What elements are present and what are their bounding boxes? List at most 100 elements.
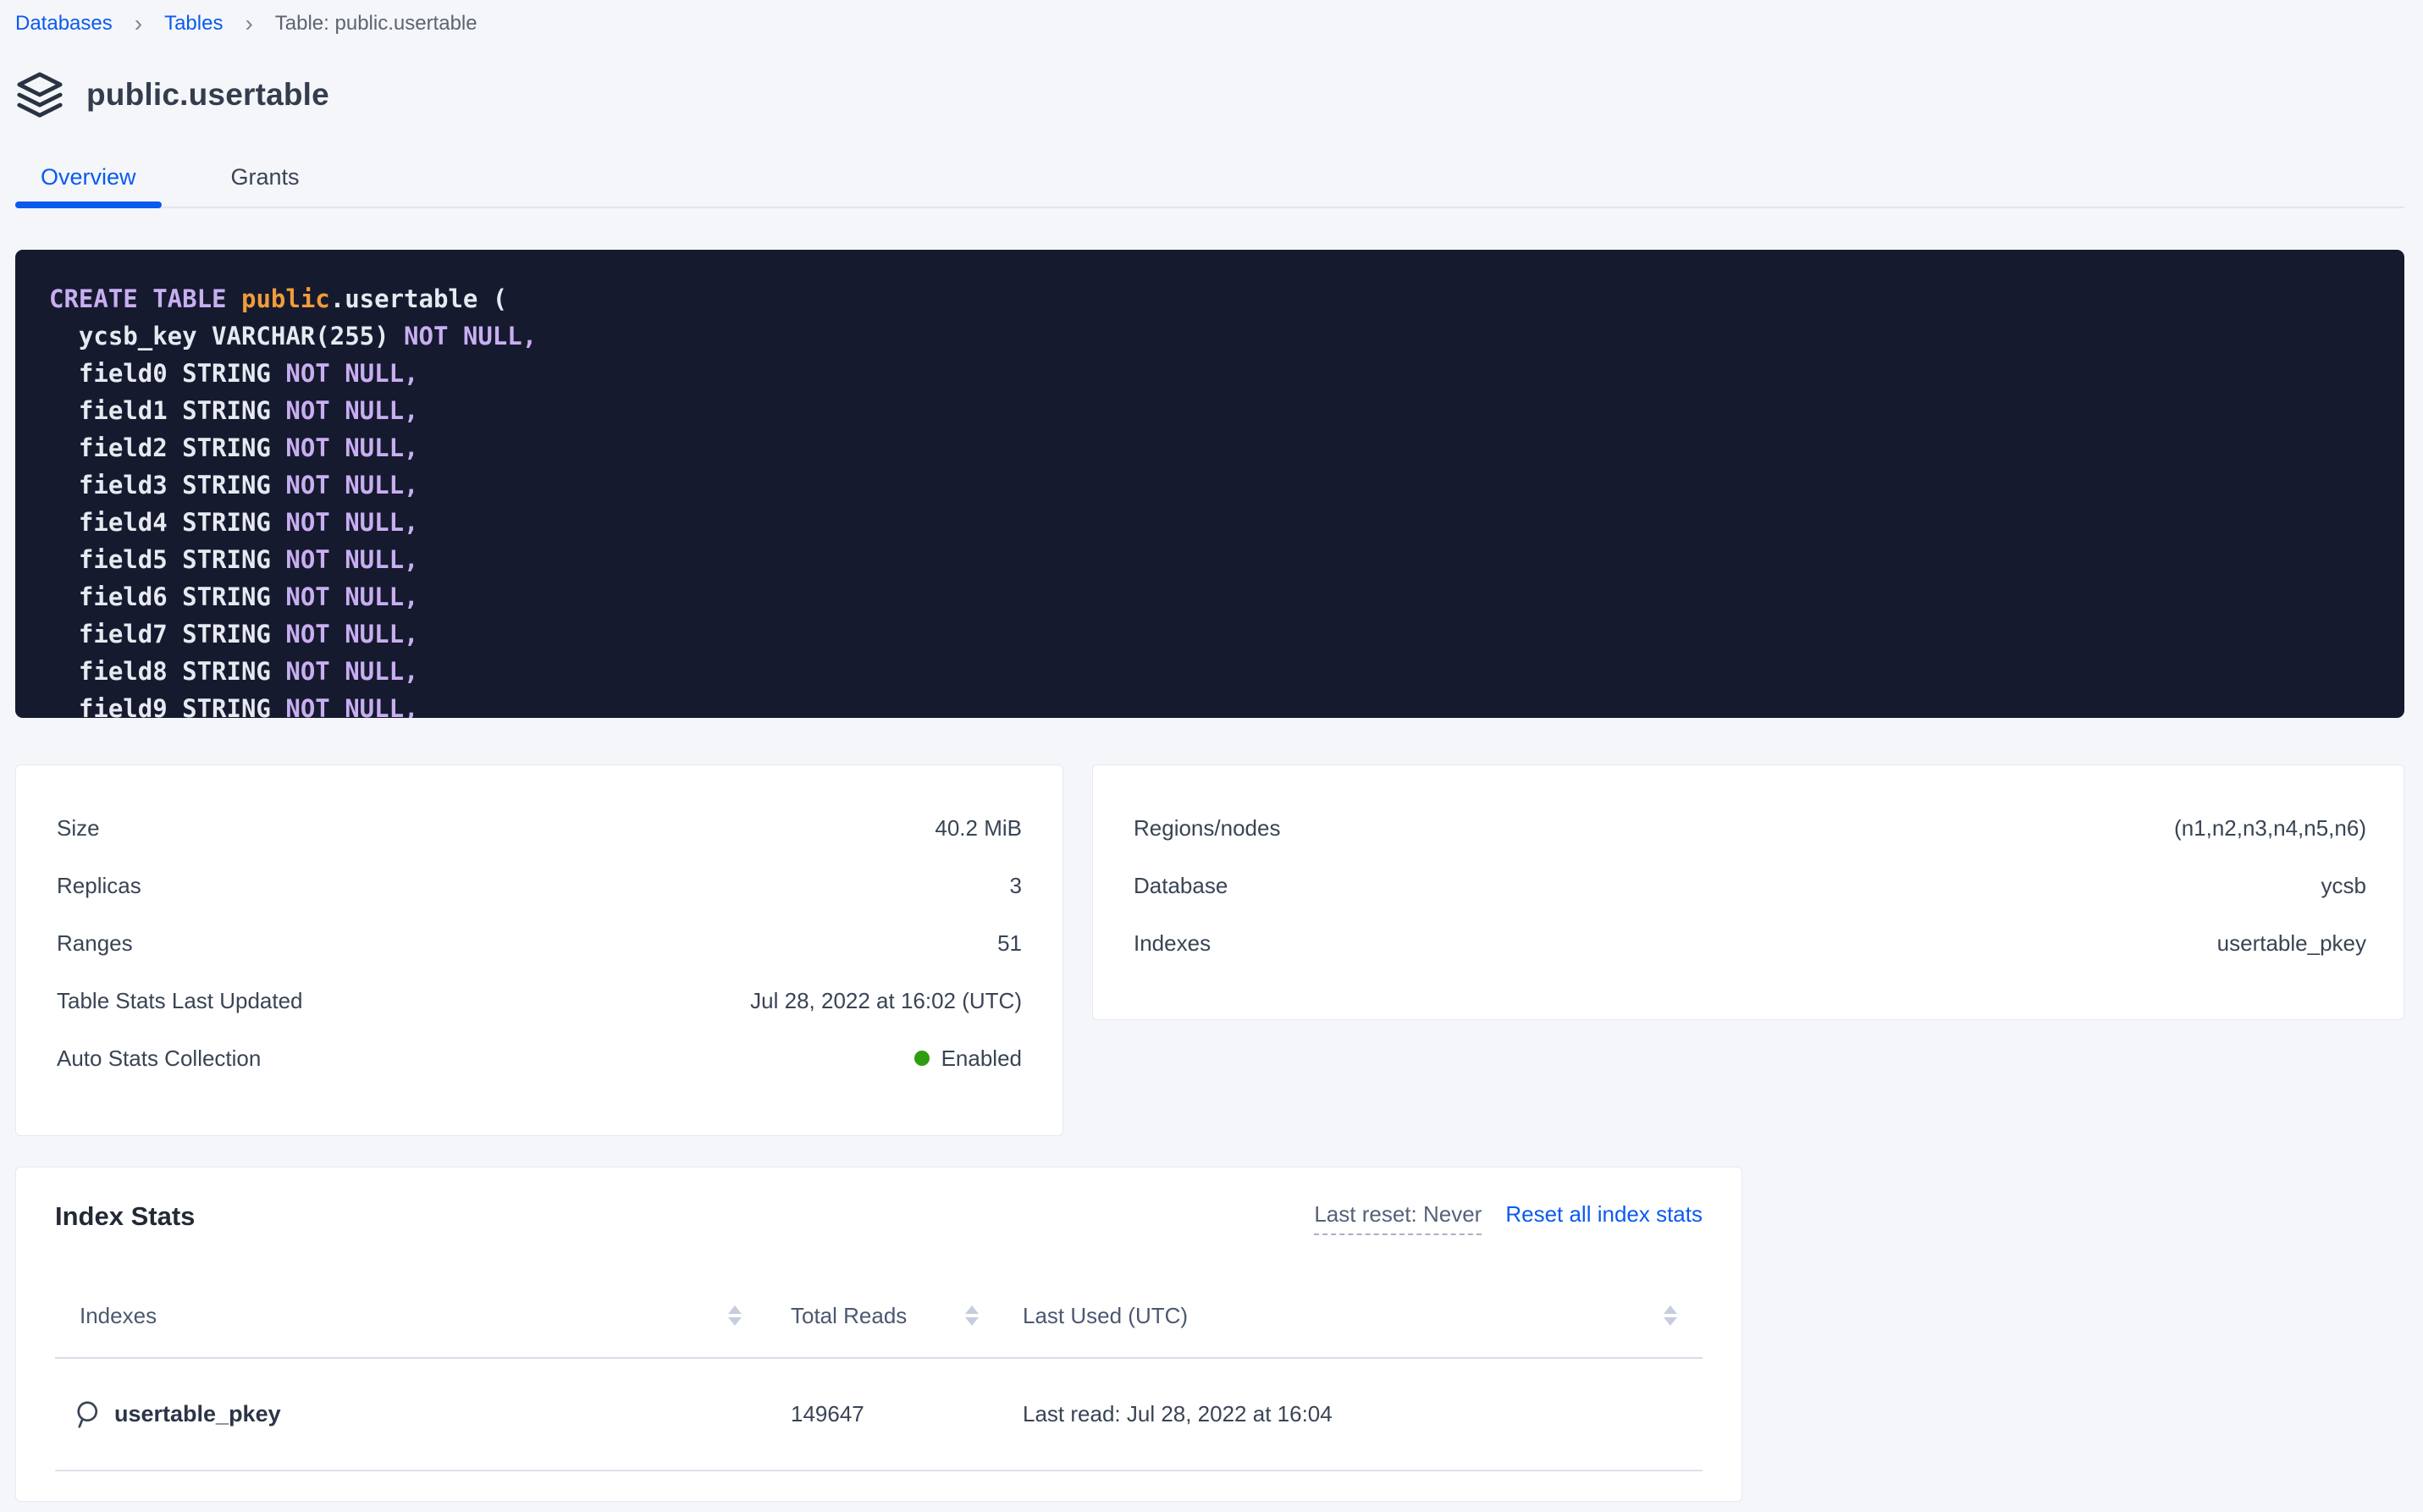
sql-token-kw: CREATE TABLE [49, 284, 241, 313]
table-location-card: Regions/nodes(n1,n2,n3,n4,n5,n6)Database… [1092, 764, 2404, 1020]
detail-row: Database ycsb [1134, 857, 2366, 914]
sql-line: ycsb_key VARCHAR(255) NOT NULL, [49, 317, 2371, 355]
page-header: public.usertable [15, 68, 2404, 122]
sql-line: field0 STRING NOT NULL, [49, 355, 2371, 392]
table-details-card: Size 40.2 MiB Replicas 3 Ranges 51 Table Stats… [15, 764, 1063, 1136]
sql-line: field3 STRING NOT NULL, [49, 466, 2371, 504]
detail-row: Regions/nodes(n1,n2,n3,n4,n5,n6) [1134, 799, 2366, 857]
chevron-right-icon: › [245, 14, 252, 34]
sql-token-plain: field2 STRING [49, 433, 285, 462]
sql-token-plain: field3 STRING [49, 471, 285, 499]
sql-token-kw: NOT NULL, [285, 545, 418, 574]
detail-label: Indexes [1134, 930, 1211, 957]
sql-token-kw: NOT NULL, [285, 433, 418, 462]
sql-token-kw: NOT NULL, [285, 582, 418, 611]
sql-token-plain: field7 STRING [49, 620, 285, 648]
tab-grants[interactable]: Grants [206, 147, 325, 207]
sql-line: field6 STRING NOT NULL, [49, 578, 2371, 615]
tab-overview[interactable]: Overview [15, 147, 162, 207]
sql-line: field7 STRING NOT NULL, [49, 615, 2371, 653]
detail-label: Size [57, 815, 100, 842]
summary-cards: Size 40.2 MiB Replicas 3 Ranges 51 Table Stats… [15, 764, 2404, 1136]
breadcrumb-databases[interactable]: Databases [15, 12, 113, 36]
sql-token-kw: NOT NULL, [285, 396, 418, 425]
sql-token-plain: field4 STRING [49, 508, 285, 537]
sql-line: CREATE TABLE public.usertable ( [49, 280, 2371, 317]
column-header-last-used-label: Last Used (UTC) [1023, 1303, 1188, 1329]
detail-row: Table Stats Last Updated Jul 28, 2022 at … [57, 972, 1022, 1029]
active-tab-underline [15, 201, 162, 208]
detail-value: Jul 28, 2022 at 16:02 (UTC) [750, 988, 1022, 1014]
sql-token-kw: NOT NULL, [404, 322, 537, 350]
chevron-right-icon: › [135, 14, 142, 34]
detail-value: 3 [1010, 873, 1022, 899]
detail-label: Auto Stats Collection [57, 1046, 261, 1072]
sql-token-kw: NOT NULL, [285, 508, 418, 537]
tab-bar: Overview Grants [15, 147, 2404, 208]
detail-row: Size 40.2 MiB [57, 799, 1022, 857]
sql-token-plain: field5 STRING [49, 545, 285, 574]
detail-value: 51 [997, 930, 1022, 957]
sql-token-plain: field9 STRING [49, 694, 285, 718]
sql-line: field1 STRING NOT NULL, [49, 392, 2371, 429]
last-reset-label: Last reset: Never [1314, 1201, 1482, 1235]
detail-value: ycsb [2321, 873, 2366, 899]
detail-label: Replicas [57, 873, 141, 899]
reset-all-index-stats-link[interactable]: Reset all index stats [1505, 1201, 1703, 1228]
detail-value: Enabled [914, 1046, 1022, 1072]
detail-value: usertable_pkey [2217, 930, 2366, 957]
detail-value: (n1,n2,n3,n4,n5,n6) [2174, 815, 2366, 842]
column-header-last-used[interactable]: Last Used (UTC) [1023, 1303, 1703, 1329]
sql-token-plain: field0 STRING [49, 359, 285, 388]
status-dot-icon [914, 1051, 930, 1066]
detail-row: Ranges 51 [57, 914, 1022, 972]
sql-line: field5 STRING NOT NULL, [49, 541, 2371, 578]
detail-label: Table Stats Last Updated [57, 988, 303, 1014]
magnifier-icon [70, 1399, 101, 1430]
detail-row: Replicas 3 [57, 857, 1022, 914]
sql-token-schema: public [241, 284, 330, 313]
index-total-reads: 149647 [791, 1401, 1023, 1427]
index-last-used: Last read: Jul 28, 2022 at 16:04 [1023, 1401, 1703, 1427]
detail-label: Database [1134, 873, 1228, 899]
sql-token-plain: field1 STRING [49, 396, 285, 425]
sql-token-plain: field8 STRING [49, 657, 285, 686]
page-title: public.usertable [86, 77, 329, 113]
tab-grants-label: Grants [231, 164, 300, 190]
sql-line: field4 STRING NOT NULL, [49, 504, 2371, 541]
sql-token-plain: .usertable ( [330, 284, 508, 313]
breadcrumb-tables[interactable]: Tables [164, 12, 223, 36]
index-table-header: Indexes Total Reads Last Used (UTC) [55, 1274, 1703, 1357]
column-header-total-reads-label: Total Reads [791, 1303, 907, 1329]
create-table-sql-box: CREATE TABLE public.usertable ( ycsb_key… [15, 250, 2404, 718]
column-header-total-reads[interactable]: Total Reads [791, 1303, 1023, 1329]
sort-arrows-icon[interactable] [728, 1305, 742, 1326]
sql-token-plain: ycsb_key VARCHAR(255) [49, 322, 404, 350]
sql-token-kw: NOT NULL, [285, 657, 418, 686]
detail-label: Ranges [57, 930, 133, 957]
breadcrumb-current: Table: public.usertable [275, 12, 477, 36]
index-name[interactable]: usertable_pkey [114, 1401, 281, 1427]
sort-arrows-icon[interactable] [965, 1305, 979, 1326]
page: Databases › Tables › Table: public.usert… [0, 0, 2423, 1512]
breadcrumb: Databases › Tables › Table: public.usert… [15, 0, 2404, 36]
column-header-indexes[interactable]: Indexes [55, 1303, 791, 1329]
index-table-body: usertable_pkey 149647Last read: Jul 28, 2… [55, 1359, 1703, 1471]
detail-row: Auto Stats Collection Enabled [57, 1029, 1022, 1087]
sql-token-plain: field6 STRING [49, 582, 285, 611]
sql-line: field9 STRING NOT NULL, [49, 690, 2371, 718]
sql-token-kw: NOT NULL, [285, 694, 418, 718]
sql-token-kw: NOT NULL, [285, 620, 418, 648]
sql-line: field8 STRING NOT NULL, [49, 653, 2371, 690]
layers-icon [15, 70, 64, 119]
index-stats-card: Index Stats Last reset: Never Reset all … [15, 1167, 1742, 1502]
sql-line: field2 STRING NOT NULL, [49, 429, 2371, 466]
sort-arrows-icon[interactable] [1664, 1305, 1677, 1326]
index-stats-title: Index Stats [55, 1201, 195, 1232]
index-table-row: usertable_pkey 149647Last read: Jul 28, 2… [55, 1359, 1703, 1470]
detail-row: Indexes usertable_pkey [1134, 914, 2366, 972]
index-stats-actions: Last reset: Never Reset all index stats [1314, 1201, 1703, 1235]
tab-overview-label: Overview [41, 164, 136, 190]
sql-token-kw: NOT NULL, [285, 359, 418, 388]
detail-value: 40.2 MiB [935, 815, 1022, 842]
